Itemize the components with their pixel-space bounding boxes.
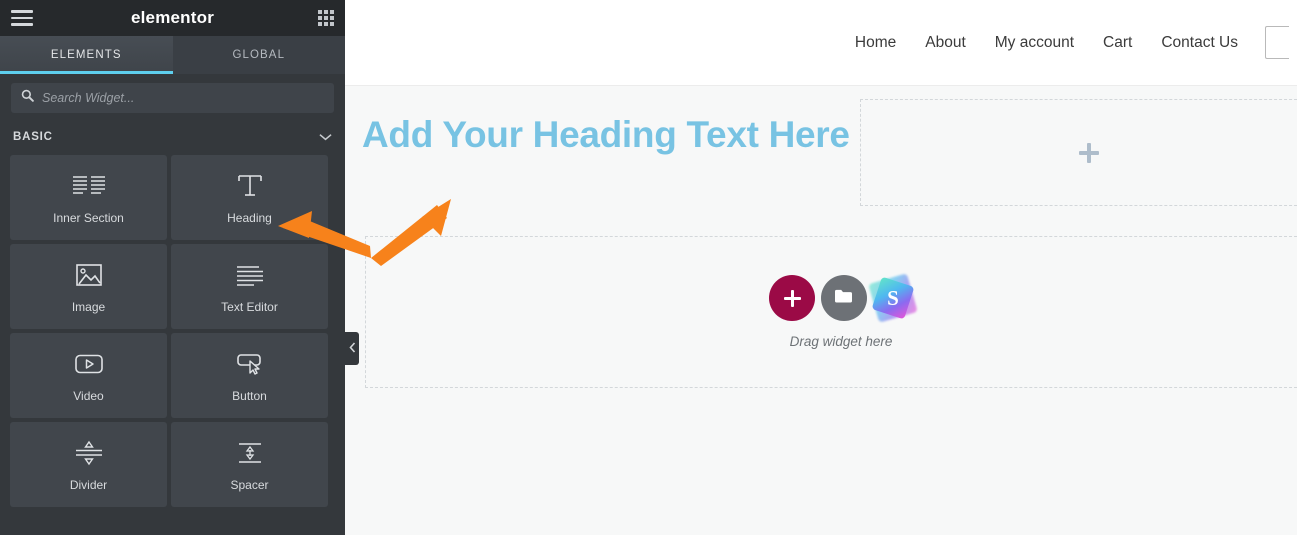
- widget-label: Spacer: [230, 477, 269, 492]
- widget-text-editor[interactable]: Text Editor: [171, 244, 328, 329]
- inner-section-icon: [72, 171, 106, 201]
- nav-item-cart[interactable]: Cart: [1103, 34, 1132, 52]
- chevron-left-icon: [348, 340, 356, 358]
- widget-inner-section[interactable]: Inner Section: [10, 155, 167, 240]
- page-content: Add Your Heading Text Here S Drag widget…: [345, 86, 1297, 388]
- widget-heading[interactable]: Heading: [171, 155, 328, 240]
- panel-tabs: ELEMENTS GLOBAL: [0, 36, 345, 74]
- heading-icon: [236, 171, 264, 201]
- preview-canvas: Home About My account Cart Contact Us Ad…: [345, 0, 1297, 535]
- widget-image[interactable]: Image: [10, 244, 167, 329]
- nav-item-home[interactable]: Home: [855, 34, 896, 52]
- s-logo-letter: S: [887, 285, 899, 310]
- tab-global[interactable]: GLOBAL: [172, 36, 345, 74]
- widget-divider[interactable]: Divider: [10, 422, 167, 507]
- main-nav: Home About My account Cart Contact Us: [855, 34, 1238, 52]
- widget-label: Inner Section: [53, 210, 124, 225]
- empty-column-dropzone[interactable]: [860, 99, 1297, 206]
- site-header: Home About My account Cart Contact Us: [345, 0, 1297, 86]
- search-widget-box[interactable]: [11, 83, 334, 113]
- dropzone-actions: S: [769, 273, 918, 323]
- add-section-button[interactable]: [769, 275, 815, 321]
- page-heading: Add Your Heading Text Here: [362, 114, 850, 155]
- widget-grid: Inner Section Heading Image Text Editor …: [0, 155, 345, 507]
- panel-collapse-handle[interactable]: [345, 332, 359, 365]
- nav-item-my-account[interactable]: My account: [995, 34, 1074, 52]
- grid-apps-icon[interactable]: [318, 10, 334, 26]
- button-icon: [235, 349, 265, 379]
- hamburger-icon[interactable]: [11, 10, 33, 26]
- video-icon: [74, 349, 104, 379]
- widget-label: Divider: [69, 477, 108, 492]
- plus-icon[interactable]: [1078, 142, 1099, 163]
- dropzone-label: Drag widget here: [789, 334, 893, 349]
- image-icon: [75, 260, 103, 290]
- divider-icon: [74, 438, 104, 468]
- widget-video[interactable]: Video: [10, 333, 167, 418]
- widget-spacer[interactable]: Spacer: [171, 422, 328, 507]
- widget-label: Button: [232, 388, 267, 403]
- nav-item-contact-us[interactable]: Contact Us: [1161, 34, 1238, 52]
- text-editor-icon: [235, 260, 265, 290]
- panel-body: BASIC: [0, 74, 345, 535]
- spacer-icon: [235, 438, 265, 468]
- widget-label: Text Editor: [221, 299, 278, 314]
- category-basic-title: BASIC: [13, 131, 53, 143]
- widget-button[interactable]: Button: [171, 333, 328, 418]
- widget-label: Video: [73, 388, 104, 403]
- panel-header: elementor: [0, 0, 345, 36]
- header-search-input[interactable]: [1265, 26, 1289, 59]
- widget-label: Image: [71, 299, 106, 314]
- elementor-logo-text: elementor: [130, 8, 215, 27]
- nav-item-about[interactable]: About: [925, 34, 966, 52]
- widget-label: Heading: [227, 210, 272, 225]
- folder-icon: [834, 288, 854, 309]
- add-template-button[interactable]: [821, 275, 867, 321]
- tab-elements[interactable]: ELEMENTS: [0, 36, 173, 74]
- chevron-down-icon: [319, 128, 332, 146]
- search-input[interactable]: [42, 91, 324, 105]
- plus-icon: [783, 289, 801, 307]
- drag-widget-dropzone[interactable]: S Drag widget here: [365, 236, 1297, 388]
- widget-panel: elementor ELEMENTS GLOBAL Search Widget.…: [0, 0, 345, 535]
- heading-widget[interactable]: Add Your Heading Text Here: [345, 86, 860, 162]
- search-widget-wrap: [0, 74, 345, 120]
- elementor-editor: elementor ELEMENTS GLOBAL Search Widget.…: [0, 0, 1297, 535]
- category-basic-header[interactable]: BASIC: [0, 120, 345, 155]
- search-icon: [21, 89, 34, 107]
- content-row-top: Add Your Heading Text Here: [345, 86, 1297, 206]
- s-logo-icon[interactable]: S: [868, 273, 918, 323]
